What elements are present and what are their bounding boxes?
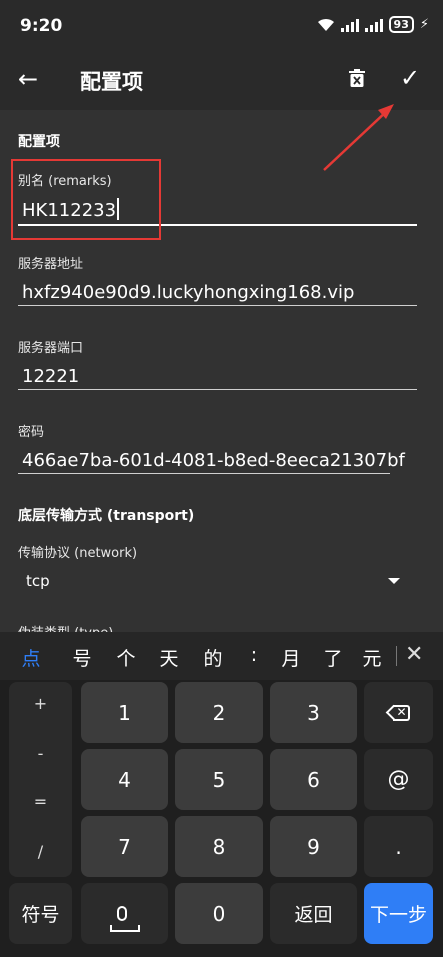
screen: 9:20 93 ⚡ ← 配置项 ✓ 配置项 别名 (remarks) HK112…	[0, 0, 443, 957]
candidate-bar: 点 号 个 天 的 : 月 了 元 ✕	[0, 632, 443, 680]
candidate[interactable]: 月	[276, 644, 306, 671]
at-key[interactable]: @	[364, 749, 433, 810]
candidate[interactable]: 的	[198, 644, 228, 671]
candidate[interactable]: 号	[67, 644, 97, 671]
backspace-button[interactable]: ✕	[364, 682, 433, 743]
signal-1-icon	[340, 18, 359, 32]
password-input[interactable]: 466ae7ba-601d-4081-b8ed-8eeca21307bf	[22, 450, 405, 471]
candidate[interactable]: 个	[111, 644, 141, 671]
status-time: 9:20	[20, 16, 63, 36]
annotation-highlight-box	[11, 159, 161, 240]
key-9[interactable]: 9	[270, 816, 357, 877]
key-6[interactable]: 6	[270, 749, 357, 810]
network-label: 传输协议 (network)	[18, 546, 138, 561]
back-key[interactable]: 返回	[270, 883, 357, 944]
key-2[interactable]: 2	[175, 682, 263, 743]
server-address-input[interactable]: hxfz940e90d9.luckyhongxing168.vip	[22, 282, 354, 303]
wifi-icon	[317, 18, 334, 31]
server-address-label: 服务器地址	[18, 257, 84, 272]
battery-icon: 93	[388, 16, 414, 33]
server-port-underline	[18, 389, 417, 390]
voice-input-button[interactable]	[81, 883, 168, 944]
transport-section-title: 底层传输方式 (transport)	[18, 508, 195, 524]
status-icons: 93 ⚡	[317, 16, 429, 33]
microphone-icon	[91, 891, 159, 936]
password-label: 密码	[18, 425, 45, 440]
key-7[interactable]: 7	[81, 816, 168, 877]
network-select[interactable]: tcp	[26, 572, 50, 590]
candidate-divider	[396, 646, 397, 666]
key-5[interactable]: 5	[175, 749, 263, 810]
app-bar: ← 配置项 ✓	[0, 55, 443, 110]
candidate[interactable]: :	[239, 644, 269, 666]
dropdown-arrow-icon[interactable]	[388, 578, 400, 584]
symbol-key-slash[interactable]: /	[9, 842, 72, 861]
symbol-key-equals[interactable]: =	[9, 792, 72, 811]
dot-key[interactable]: .	[364, 816, 433, 877]
next-button[interactable]: 下一步	[364, 883, 433, 944]
charging-icon: ⚡	[419, 17, 429, 32]
symbol-key-plus[interactable]: +	[9, 694, 72, 713]
arrow-left-icon[interactable]: ←	[18, 65, 38, 93]
symbol-column: + - = /	[9, 682, 72, 877]
server-port-input[interactable]: 12221	[22, 366, 79, 387]
close-icon[interactable]: ✕	[405, 642, 423, 667]
check-icon[interactable]: ✓	[400, 64, 420, 92]
password-underline	[18, 473, 390, 474]
key-8[interactable]: 8	[175, 816, 263, 877]
server-address-underline	[18, 305, 417, 306]
candidate[interactable]: 了	[318, 644, 348, 671]
key-4[interactable]: 4	[81, 749, 168, 810]
server-port-label: 服务器端口	[18, 341, 84, 356]
type-label: 伪装类型 (type)	[18, 622, 113, 632]
status-bar: 9:20 93 ⚡	[0, 0, 443, 55]
keyboard: 点 号 个 天 的 : 月 了 元 ✕ + - = / 1 2 3 ✕ 4 5 …	[0, 632, 443, 957]
key-0[interactable]: 0	[175, 883, 263, 944]
key-3[interactable]: 3	[270, 682, 357, 743]
symbols-key[interactable]: 符号	[9, 883, 72, 944]
backspace-icon: ✕	[385, 704, 410, 721]
symbol-key-minus[interactable]: -	[9, 744, 72, 763]
section-title: 配置项	[18, 134, 60, 150]
page-title: 配置项	[80, 70, 143, 94]
candidate[interactable]: 点	[16, 644, 46, 671]
key-1[interactable]: 1	[81, 682, 168, 743]
candidate[interactable]: 天	[154, 644, 184, 671]
signal-2-icon	[364, 18, 383, 32]
trash-icon[interactable]	[349, 69, 365, 87]
candidate[interactable]: 元	[357, 644, 387, 671]
